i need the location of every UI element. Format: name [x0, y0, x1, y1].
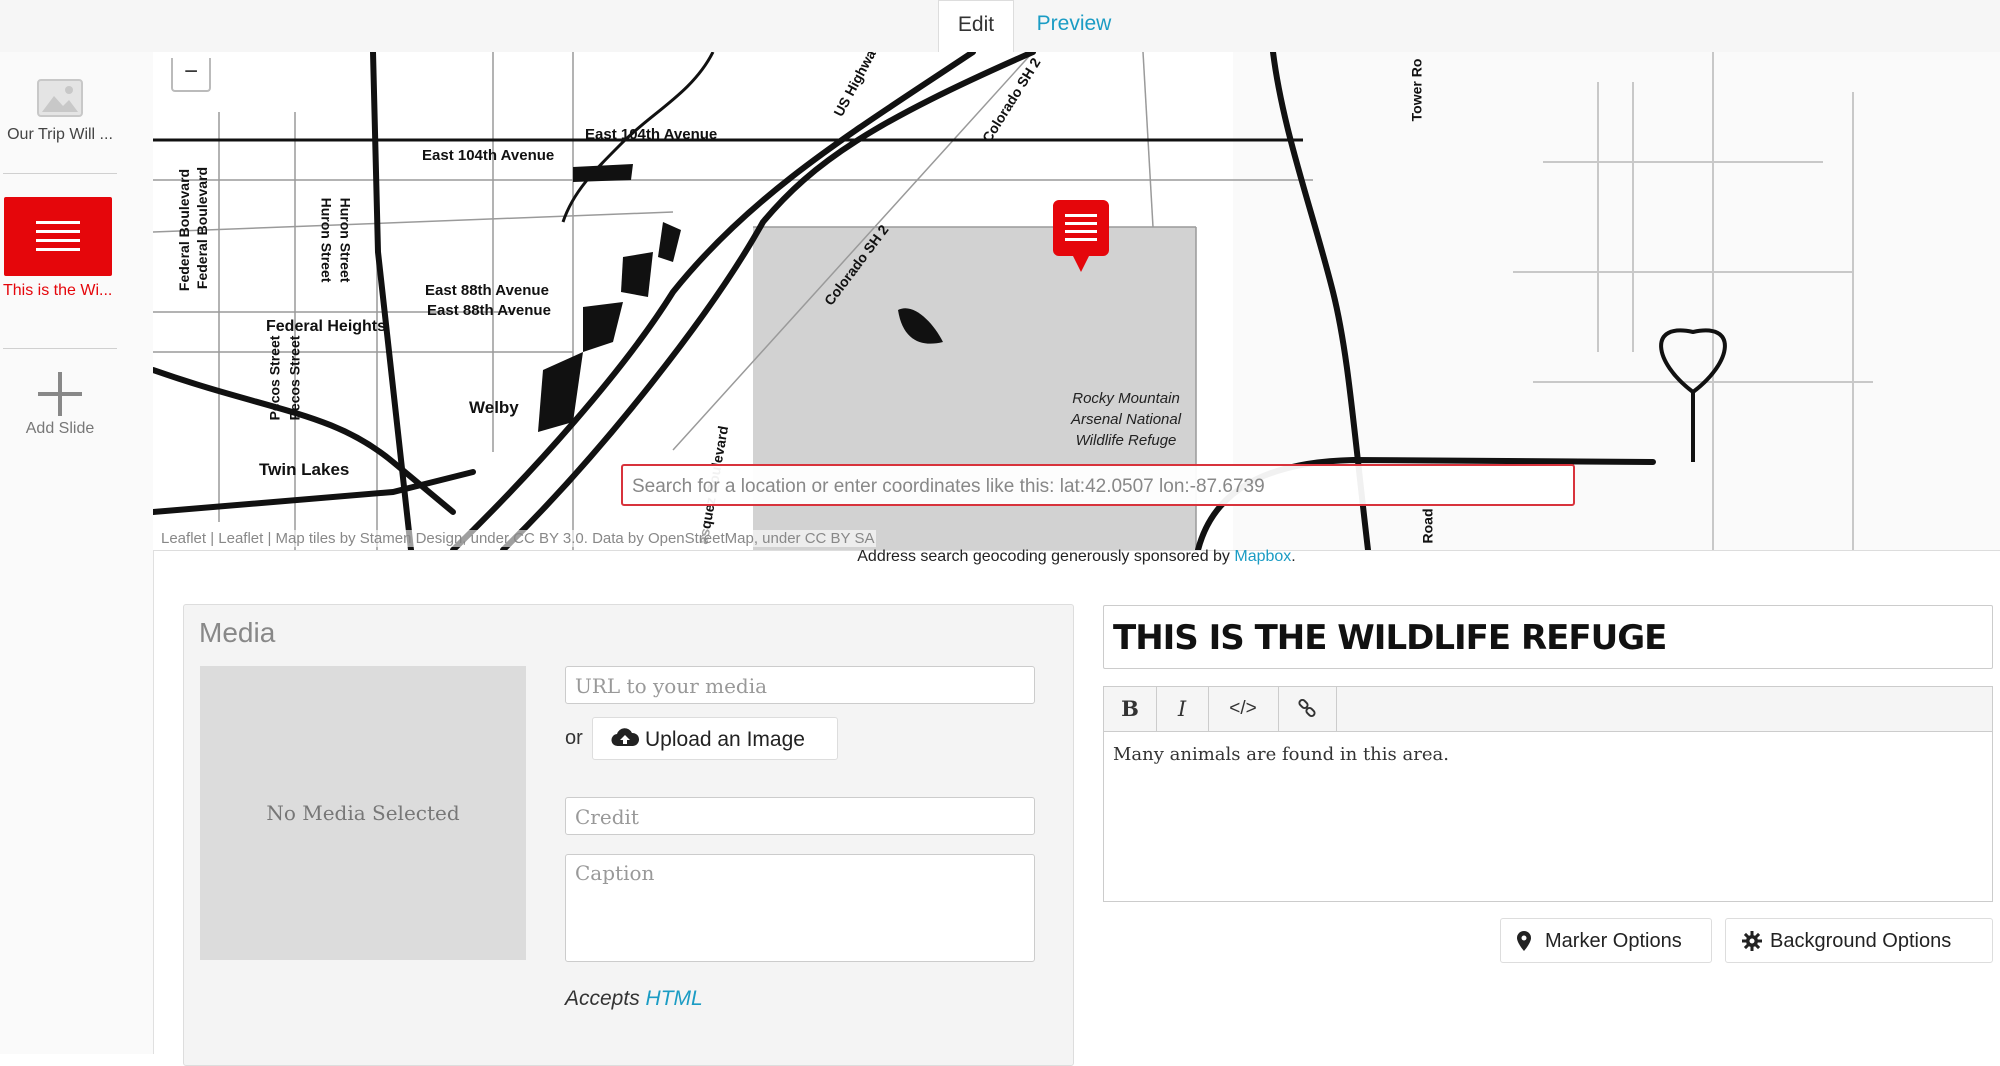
slide-title: Our Trip Will ... [7, 126, 113, 143]
divider [3, 173, 117, 174]
no-media-label: No Media Selected [266, 801, 460, 825]
map-label: East 104th Avenue [422, 147, 555, 164]
map-label: Tower Ro [1408, 58, 1425, 122]
upload-label: Upload an Image [645, 728, 805, 751]
add-slide-label: Add Slide [25, 420, 95, 437]
slide-thumbnail-2[interactable]: This is the Wi... [0, 197, 120, 300]
headline-input[interactable]: THIS IS THE WILDLIFE REFUGE [1103, 605, 1993, 669]
media-preview: No Media Selected [200, 666, 526, 960]
map-label: Huron Street [318, 197, 335, 283]
map-label: Huron Street [337, 197, 354, 283]
map-label: US Highwa [830, 52, 879, 120]
map-pin-icon [1053, 200, 1109, 272]
media-panel: Media No Media Selected URL to your medi… [183, 604, 1074, 1066]
map-marker[interactable] [1053, 200, 1109, 274]
bold-button[interactable]: B [1104, 687, 1157, 731]
mapbox-link[interactable]: Mapbox [1234, 548, 1291, 565]
or-label: or [565, 727, 583, 749]
background-options-button[interactable]: Background Options [1725, 918, 1993, 963]
accepts-text: Accepts [565, 987, 646, 1010]
html-link[interactable]: HTML [646, 987, 703, 1010]
geocode-text: Address search geocoding generously spon… [857, 548, 1235, 565]
gear-icon [1742, 931, 1762, 951]
selected-slide-box [4, 197, 112, 276]
map-label: East 88th Avenue [425, 282, 549, 299]
upload-image-button[interactable]: Upload an Image [592, 717, 838, 760]
refuge-label-line: Arsenal National [1071, 411, 1182, 428]
divider [3, 348, 117, 349]
credit-input[interactable]: Credit [565, 797, 1035, 835]
text-lines-icon [36, 220, 80, 251]
tab-preview[interactable]: Preview [1016, 0, 1132, 52]
code-button[interactable]: </> [1208, 687, 1279, 731]
map-view[interactable]: East 104th Avenue East 104th Avenue East… [153, 52, 2000, 551]
refuge-label: Rocky Mountain Arsenal National Wildlife… [1071, 388, 1181, 451]
map-label: Colorado SH 2 [820, 221, 892, 309]
map-label: Pecos Street [266, 335, 283, 421]
zoom-out-button[interactable]: − [171, 58, 211, 92]
image-placeholder-icon [37, 79, 83, 117]
geocode-end: . [1291, 548, 1296, 565]
tab-edit[interactable]: Edit [938, 0, 1014, 53]
map-attribution: Leaflet | Leaflet | Map tiles by Stamen … [159, 530, 877, 547]
map-label: Welby [469, 398, 519, 417]
map-label: Federal Boulevard [194, 166, 211, 290]
slide-title: This is the Wi... [3, 282, 113, 299]
cloud-upload-icon [611, 728, 639, 747]
background-options-label: Background Options [1770, 930, 1952, 952]
link-button[interactable] [1278, 687, 1337, 731]
slide-sidebar: Our Trip Will ... This is the Wi... Add … [0, 52, 154, 1054]
map-label: Federal Heights [266, 318, 387, 335]
accepts-note: Accepts HTML [565, 987, 703, 1011]
map-pin-icon [1517, 931, 1531, 951]
marker-options-label: Marker Options [1545, 930, 1682, 952]
slide-thumbnail-1[interactable]: Our Trip Will ... [0, 68, 120, 144]
location-search-input[interactable]: Search for a location or enter coordinat… [621, 464, 1575, 506]
map-label: Twin Lakes [259, 460, 350, 479]
geocode-credit: Address search geocoding generously spon… [153, 548, 2000, 566]
add-slide-button[interactable]: Add Slide [0, 372, 120, 438]
refuge-label-line: Wildlife Refuge [1075, 432, 1177, 449]
media-url-input[interactable]: URL to your media [565, 666, 1035, 704]
map-label: Pecos Street [286, 335, 303, 421]
map-label: Colorado SH 2 [978, 54, 1044, 146]
caption-textarea[interactable]: Caption [565, 854, 1035, 962]
map-label: Road [1419, 508, 1436, 544]
marker-options-button[interactable]: Marker Options [1500, 918, 1712, 963]
map-label: Federal Boulevard [176, 168, 193, 292]
link-icon [1298, 699, 1316, 718]
map-label: East 88th Avenue [427, 302, 551, 319]
media-title: Media [199, 617, 276, 648]
editor-toolbar: B I </> [1103, 686, 1993, 731]
map-label: East 104th Avenue [585, 126, 718, 143]
text-body-editor[interactable]: Many animals are found in this area. [1103, 731, 1993, 902]
top-bar: Edit Preview [0, 0, 2000, 53]
italic-button[interactable]: I [1156, 687, 1209, 731]
plus-icon [38, 372, 82, 416]
refuge-label-line: Rocky Mountain [1072, 390, 1180, 407]
